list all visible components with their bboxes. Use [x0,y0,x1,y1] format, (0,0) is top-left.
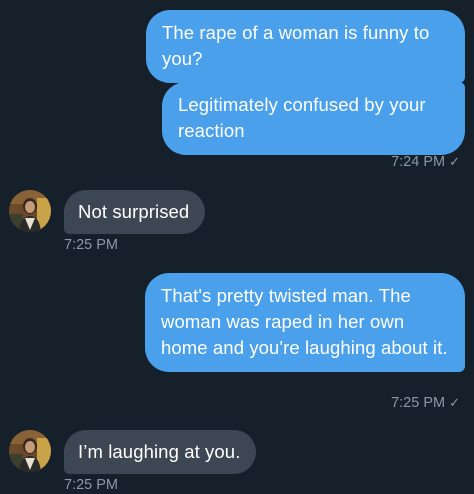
outgoing-message-bubble[interactable]: The rape of a woman is funny to you? [146,10,465,83]
message-text: Not surprised [78,201,190,222]
message-text: I’m laughing at you. [78,441,241,462]
timestamp-text: 7:25 PM [64,237,118,253]
outgoing-message-bubble[interactable]: That's pretty twisted man. The woman was… [145,273,465,372]
avatar-image [9,430,51,472]
message-text: The rape of a woman is funny to you? [162,22,430,69]
outgoing-message-bubble[interactable]: Legitimately confused by your reaction [162,82,465,155]
message-timestamp: 7:25 PM [64,236,118,254]
message-text: Legitimately confused by your reaction [178,94,426,141]
incoming-message-bubble[interactable]: Not surprised [64,190,206,234]
avatar-image [9,190,51,232]
timestamp-text: 7:24 PM [391,154,446,170]
conversation-view: The rape of a woman is funny to you? Leg… [0,0,474,494]
message-timestamp: 7:25 PM ✓ [391,394,460,412]
user-avatar-icon[interactable] [9,190,51,232]
user-avatar-icon[interactable] [9,430,51,472]
check-icon: ✓ [449,154,460,169]
timestamp-text: 7:25 PM [391,395,446,411]
message-timestamp: 7:24 PM ✓ [391,153,460,171]
message-timestamp: 7:25 PM [64,476,118,494]
incoming-message-bubble[interactable]: I’m laughing at you. [64,430,257,474]
check-icon: ✓ [449,395,460,410]
message-text: That's pretty twisted man. The woman was… [161,285,448,358]
timestamp-text: 7:25 PM [64,477,118,493]
